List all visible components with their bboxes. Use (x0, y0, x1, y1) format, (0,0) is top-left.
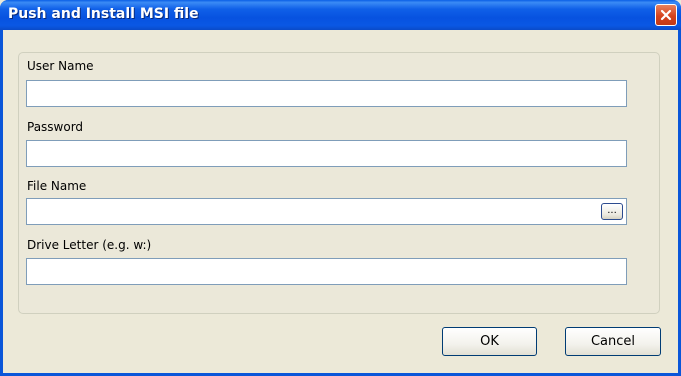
password-label: Password (27, 120, 84, 134)
drive-letter-input[interactable] (26, 258, 627, 285)
drive-letter-label: Drive Letter (e.g. w:) (27, 238, 152, 252)
password-input[interactable] (26, 140, 627, 167)
title-bar[interactable]: Push and Install MSI file (0, 0, 681, 30)
user-name-label: User Name (27, 59, 94, 73)
close-icon (660, 9, 672, 21)
file-name-label: File Name (27, 179, 87, 193)
user-name-input[interactable] (26, 80, 627, 107)
ok-button[interactable]: OK (442, 327, 537, 356)
file-name-input[interactable] (26, 198, 627, 225)
cancel-button[interactable]: Cancel (565, 327, 661, 356)
browse-button[interactable]: ... (601, 203, 623, 220)
close-button[interactable] (655, 4, 677, 26)
window-title: Push and Install MSI file (8, 6, 199, 22)
